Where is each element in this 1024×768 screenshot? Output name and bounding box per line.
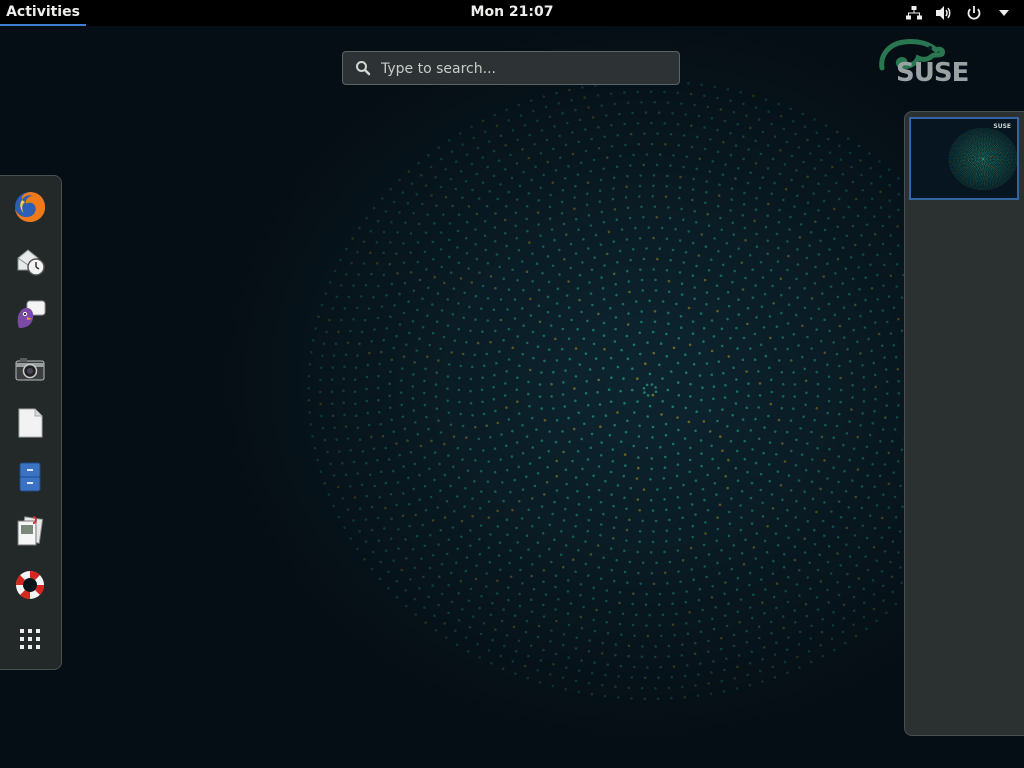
workspace-thumbnail-wallpaper [948,127,1017,191]
clock-button[interactable]: Mon 21:07 [471,4,554,20]
dash-item-files[interactable] [12,459,48,495]
activities-button[interactable]: Activities [0,0,86,26]
camera-icon [15,358,45,381]
show-applications-icon [20,629,40,649]
evolution-mail-icon [17,249,45,276]
suse-logo: SUSE [878,38,988,90]
dropdown-arrow-icon [994,3,1014,23]
dash-item-camera[interactable] [12,351,48,387]
help-lifebuoy-icon [15,570,45,600]
pidgin-icon [17,300,46,328]
dash-item-photos[interactable] [12,513,48,549]
dash-item-evolution[interactable] [12,243,48,279]
search-icon [355,60,371,76]
power-icon [964,3,984,23]
suse-wordmark: SUSE [896,58,969,88]
file-cabinet-icon [19,462,41,492]
firefox-icon [15,192,46,222]
dash-item-firefox[interactable] [12,189,48,225]
dash-item-pidgin[interactable] [12,297,48,333]
shotwell-icon [17,516,44,546]
document-icon [18,408,43,438]
network-wired-icon [904,3,924,23]
system-status-menu[interactable] [904,0,1014,26]
show-applications-button[interactable] [12,621,48,657]
volume-icon [934,3,954,23]
clock-container: Mon 21:07 [0,0,1024,25]
workspace-thumbnail-logo: SUSE [993,123,1011,130]
top-bar: Activities Mon 21:07 [0,0,1024,26]
search-input[interactable] [379,52,673,86]
dash [0,175,62,670]
dash-item-documents[interactable] [12,405,48,441]
workspace-thumbnails: SUSE [904,111,1024,736]
search-box[interactable] [342,51,680,86]
dash-item-help[interactable] [12,567,48,603]
workspace-thumbnail[interactable]: SUSE [909,117,1019,200]
wallpaper-dot-vortex [307,80,993,700]
